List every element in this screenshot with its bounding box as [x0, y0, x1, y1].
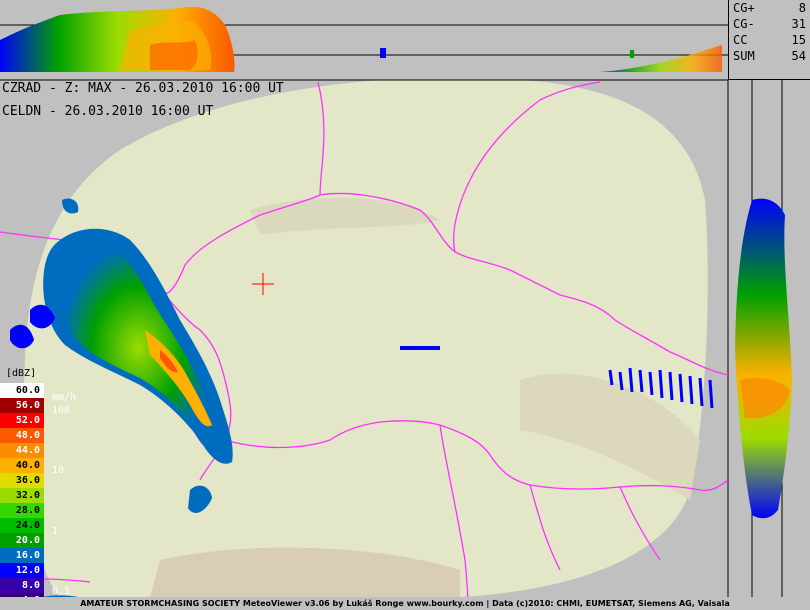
- stat-label: CG+: [733, 1, 755, 15]
- legend-level: 40.0: [0, 458, 44, 473]
- legend-level: 24.0: [0, 518, 44, 533]
- dbz-legend: 60.0 56.0 52.0 48.0 44.0 40.0 36.0 32.0 28.0 24.0…: [0, 368, 48, 608]
- legend-level: 44.0: [0, 443, 44, 458]
- legend-level: 12.0: [0, 563, 44, 578]
- rate-label: 10: [52, 465, 65, 476]
- stat-cc: CC 15: [729, 32, 810, 48]
- legend-level: 16.0: [0, 548, 44, 563]
- stat-value: 31: [791, 17, 806, 31]
- legend-level: 28.0: [0, 503, 44, 518]
- stat-value: 8: [798, 1, 806, 15]
- rate-label: 0.1: [52, 586, 71, 597]
- stat-cg-minus: CG- 31: [729, 16, 810, 32]
- legend-level: 60.0: [0, 383, 44, 398]
- stat-value: 54: [791, 49, 806, 63]
- footer-credits: AMATEUR STORMCHASING SOCIETY MeteoViewer…: [0, 597, 810, 610]
- vertical-profile: [727, 80, 810, 610]
- lightning-statistics: CG+ 8 CG- 31 CC 15 SUM 54: [728, 0, 810, 80]
- stat-value: 15: [791, 33, 806, 47]
- radar-title: CZRAD - Z: MAX - 26.03.2010 16:00 UT: [2, 81, 284, 96]
- legend-level: 20.0: [0, 533, 44, 548]
- lightning-title: CELDN - 26.03.2010 16:00 UT: [2, 104, 214, 119]
- rate-label: 100: [52, 405, 71, 416]
- horizontal-profile: [0, 0, 810, 81]
- legend-level: 36.0: [0, 473, 44, 488]
- legend-unit: [dBZ]: [6, 368, 37, 379]
- stat-label: CC: [733, 33, 748, 47]
- rate-label: 1: [52, 526, 59, 537]
- legend-level: 32.0: [0, 488, 44, 503]
- stat-label: CG-: [733, 17, 755, 31]
- rate-unit: mm/h: [52, 392, 77, 403]
- legend-level: 8.0: [0, 578, 44, 593]
- legend-level: 56.0: [0, 398, 44, 413]
- stat-cg-plus: CG+ 8: [729, 0, 810, 16]
- stat-sum: SUM 54: [729, 48, 810, 64]
- legend-level: 52.0: [0, 413, 44, 428]
- stat-label: SUM: [733, 49, 755, 63]
- legend-level: 48.0: [0, 428, 44, 443]
